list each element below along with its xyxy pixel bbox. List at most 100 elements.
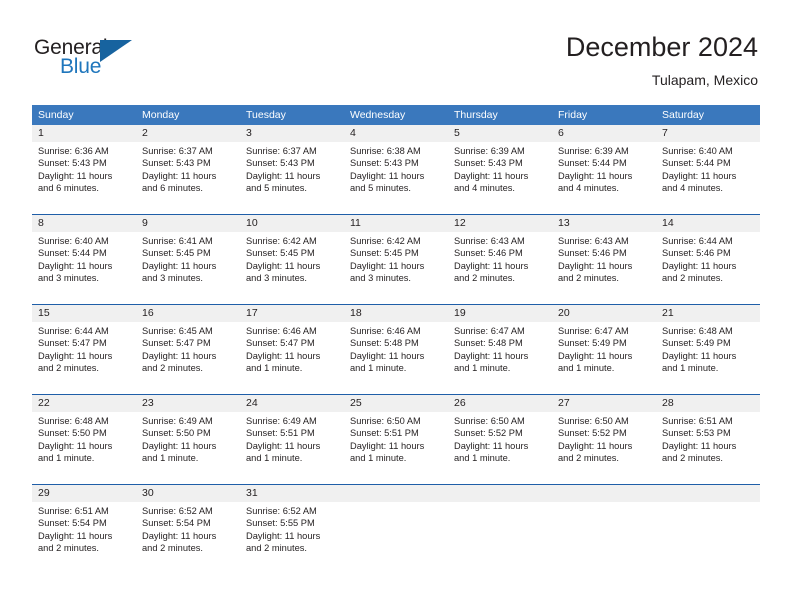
day-cell[interactable]: Sunrise: 6:37 AM Sunset: 5:43 PM Dayligh… [136, 142, 240, 214]
day-cell[interactable]: Sunrise: 6:44 AM Sunset: 5:47 PM Dayligh… [32, 322, 136, 394]
day-cell[interactable]: Sunrise: 6:44 AM Sunset: 5:46 PM Dayligh… [656, 232, 760, 304]
sunrise-text: Sunrise: 6:39 AM [558, 146, 629, 156]
day-cell[interactable]: Sunrise: 6:52 AM Sunset: 5:55 PM Dayligh… [240, 502, 344, 574]
day-number[interactable]: 13 [552, 215, 656, 232]
sunset-text: Sunset: 5:46 PM [662, 248, 731, 259]
generalblue-logo[interactable]: General Blue [34, 36, 174, 86]
day-cell[interactable]: Sunrise: 6:51 AM Sunset: 5:54 PM Dayligh… [32, 502, 136, 574]
day-cell[interactable]: Sunrise: 6:42 AM Sunset: 5:45 PM Dayligh… [240, 232, 344, 304]
day-cell[interactable]: Sunrise: 6:46 AM Sunset: 5:47 PM Dayligh… [240, 322, 344, 394]
daylight-text-line2: and 1 minute. [454, 453, 511, 464]
sunset-text: Sunset: 5:54 PM [142, 518, 211, 529]
daylight-text-line2: and 1 minute. [558, 363, 615, 374]
day-number[interactable]: 11 [344, 215, 448, 232]
title-block: December 2024 Tulapam, Mexico [566, 30, 758, 90]
day-number[interactable]: 23 [136, 395, 240, 412]
day-number[interactable]: 2 [136, 125, 240, 142]
blue-triangle-icon [100, 40, 132, 62]
sunrise-text: Sunrise: 6:52 AM [142, 506, 213, 516]
sunset-text: Sunset: 5:47 PM [38, 338, 107, 349]
day-number[interactable]: 17 [240, 305, 344, 322]
day-number[interactable]: 5 [448, 125, 552, 142]
day-cell[interactable]: Sunrise: 6:49 AM Sunset: 5:50 PM Dayligh… [136, 412, 240, 484]
sunrise-text: Sunrise: 6:46 AM [350, 326, 421, 336]
daylight-text-line2: and 4 minutes. [454, 183, 515, 194]
day-detail-band: Sunrise: 6:36 AM Sunset: 5:43 PM Dayligh… [32, 142, 760, 214]
daylight-text-line2: and 3 minutes. [38, 273, 99, 284]
day-cell[interactable]: Sunrise: 6:47 AM Sunset: 5:48 PM Dayligh… [448, 322, 552, 394]
daylight-text-line2: and 6 minutes. [142, 183, 203, 194]
day-cell[interactable]: Sunrise: 6:39 AM Sunset: 5:43 PM Dayligh… [448, 142, 552, 214]
day-number[interactable]: 3 [240, 125, 344, 142]
daylight-text-line1: Daylight: 11 hours [142, 440, 217, 451]
sunset-text: Sunset: 5:46 PM [454, 248, 523, 259]
day-cell[interactable]: Sunrise: 6:50 AM Sunset: 5:52 PM Dayligh… [552, 412, 656, 484]
weekday-header-saturday: Saturday [662, 109, 705, 121]
day-cell[interactable]: Sunrise: 6:49 AM Sunset: 5:51 PM Dayligh… [240, 412, 344, 484]
day-cell[interactable]: Sunrise: 6:46 AM Sunset: 5:48 PM Dayligh… [344, 322, 448, 394]
day-cell[interactable]: Sunrise: 6:36 AM Sunset: 5:43 PM Dayligh… [32, 142, 136, 214]
day-cell[interactable]: Sunrise: 6:40 AM Sunset: 5:44 PM Dayligh… [32, 232, 136, 304]
sunset-text: Sunset: 5:45 PM [246, 248, 315, 259]
day-cell[interactable]: Sunrise: 6:40 AM Sunset: 5:44 PM Dayligh… [656, 142, 760, 214]
day-cell-empty [448, 502, 552, 574]
daylight-text-line2: and 3 minutes. [246, 273, 307, 284]
day-cell[interactable]: Sunrise: 6:47 AM Sunset: 5:49 PM Dayligh… [552, 322, 656, 394]
daylight-text-line1: Daylight: 11 hours [142, 170, 217, 181]
daylight-text-line1: Daylight: 11 hours [454, 440, 529, 451]
day-cell-empty [656, 502, 760, 574]
day-number[interactable]: 10 [240, 215, 344, 232]
day-number[interactable]: 21 [656, 305, 760, 322]
day-cell-empty [344, 502, 448, 574]
day-number[interactable]: 1 [32, 125, 136, 142]
day-number[interactable]: 9 [136, 215, 240, 232]
day-number[interactable]: 14 [656, 215, 760, 232]
sunset-text: Sunset: 5:53 PM [662, 428, 731, 439]
day-cell[interactable]: Sunrise: 6:41 AM Sunset: 5:45 PM Dayligh… [136, 232, 240, 304]
day-number[interactable]: 31 [240, 485, 344, 502]
day-number[interactable]: 16 [136, 305, 240, 322]
sunset-text: Sunset: 5:52 PM [558, 428, 627, 439]
calendar-grid: Sunday Monday Tuesday Wednesday Thursday… [32, 105, 760, 574]
day-number[interactable]: 7 [656, 125, 760, 142]
day-cell[interactable]: Sunrise: 6:50 AM Sunset: 5:51 PM Dayligh… [344, 412, 448, 484]
day-number[interactable]: 25 [344, 395, 448, 412]
day-cell[interactable]: Sunrise: 6:43 AM Sunset: 5:46 PM Dayligh… [448, 232, 552, 304]
daylight-text-line2: and 4 minutes. [662, 183, 723, 194]
day-number[interactable]: 15 [32, 305, 136, 322]
day-cell[interactable]: Sunrise: 6:45 AM Sunset: 5:47 PM Dayligh… [136, 322, 240, 394]
day-number[interactable]: 30 [136, 485, 240, 502]
sunset-text: Sunset: 5:43 PM [38, 158, 107, 169]
day-number[interactable]: 8 [32, 215, 136, 232]
day-cell[interactable]: Sunrise: 6:39 AM Sunset: 5:44 PM Dayligh… [552, 142, 656, 214]
day-cell[interactable]: Sunrise: 6:51 AM Sunset: 5:53 PM Dayligh… [656, 412, 760, 484]
sunset-text: Sunset: 5:49 PM [558, 338, 627, 349]
day-cell[interactable]: Sunrise: 6:38 AM Sunset: 5:43 PM Dayligh… [344, 142, 448, 214]
sunset-text: Sunset: 5:47 PM [142, 338, 211, 349]
day-number[interactable]: 4 [344, 125, 448, 142]
day-cell[interactable]: Sunrise: 6:48 AM Sunset: 5:50 PM Dayligh… [32, 412, 136, 484]
day-number[interactable]: 27 [552, 395, 656, 412]
day-number[interactable]: 20 [552, 305, 656, 322]
day-number[interactable]: 19 [448, 305, 552, 322]
daylight-text-line2: and 1 minute. [246, 453, 303, 464]
day-number[interactable]: 28 [656, 395, 760, 412]
day-number[interactable]: 26 [448, 395, 552, 412]
day-cell[interactable]: Sunrise: 6:42 AM Sunset: 5:45 PM Dayligh… [344, 232, 448, 304]
sunrise-text: Sunrise: 6:37 AM [142, 146, 213, 156]
day-cell[interactable]: Sunrise: 6:37 AM Sunset: 5:43 PM Dayligh… [240, 142, 344, 214]
day-cell[interactable]: Sunrise: 6:52 AM Sunset: 5:54 PM Dayligh… [136, 502, 240, 574]
sunrise-text: Sunrise: 6:51 AM [662, 416, 733, 426]
day-number[interactable]: 18 [344, 305, 448, 322]
daylight-text-line1: Daylight: 11 hours [558, 170, 633, 181]
day-cell[interactable]: Sunrise: 6:48 AM Sunset: 5:49 PM Dayligh… [656, 322, 760, 394]
day-number[interactable]: 6 [552, 125, 656, 142]
day-number[interactable]: 22 [32, 395, 136, 412]
day-cell[interactable]: Sunrise: 6:43 AM Sunset: 5:46 PM Dayligh… [552, 232, 656, 304]
day-number[interactable]: 12 [448, 215, 552, 232]
day-number[interactable]: 29 [32, 485, 136, 502]
day-cell[interactable]: Sunrise: 6:50 AM Sunset: 5:52 PM Dayligh… [448, 412, 552, 484]
page-title: December 2024 [565, 32, 758, 62]
daylight-text-line2: and 1 minute. [350, 453, 407, 464]
day-number[interactable]: 24 [240, 395, 344, 412]
